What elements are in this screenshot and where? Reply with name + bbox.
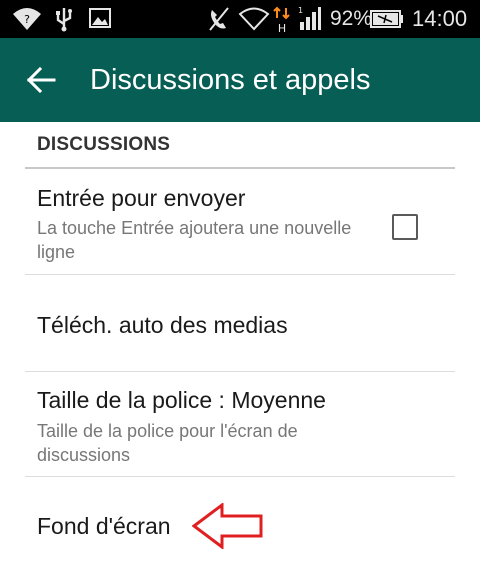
pref-font-size[interactable]: Taille de la police : Moyenne Taille de … [25,372,455,476]
usb-icon [56,8,72,32]
section-divider [25,167,455,169]
enter-to-send-checkbox[interactable] [392,214,418,240]
data-arrows-icon: H [273,6,290,34]
pref-title: Taille de la police : Moyenne [37,387,326,413]
pref-title: Fond d'écran [37,513,171,539]
svg-text:1: 1 [298,6,303,15]
battery-icon [370,10,403,28]
wifi-question-icon: ? [13,8,41,30]
pref-media-auto-download[interactable]: Téléch. auto des medias [25,275,455,371]
back-arrow-icon[interactable] [26,66,56,94]
svg-text:?: ? [24,13,30,26]
section-header: DISCUSSIONS [37,134,171,155]
pref-summary: Taille de la police pour l'écran de disc… [37,421,298,465]
app-bar: Discussions et appels [0,38,480,122]
pref-enter-to-send[interactable]: Entrée pour envoyer La touche Entrée ajo… [25,170,455,274]
pref-summary: La touche Entrée ajoutera une nouvelle l… [37,218,352,262]
clock: 14:00 [412,6,468,31]
svg-text:H: H [278,22,286,34]
pref-title: Entrée pour envoyer [37,185,246,211]
annotation-arrow-icon [192,503,263,549]
battery-percent: 92% [330,7,373,30]
status-bar: ? H 1 92% 14:00 [0,0,480,38]
wifi-icon [238,7,270,31]
pref-title: Téléch. auto des medias [37,312,288,338]
page-title: Discussions et appels [90,64,371,96]
mute-icon [209,7,229,31]
image-icon [89,8,111,28]
signal-icon: 1 [298,6,321,30]
